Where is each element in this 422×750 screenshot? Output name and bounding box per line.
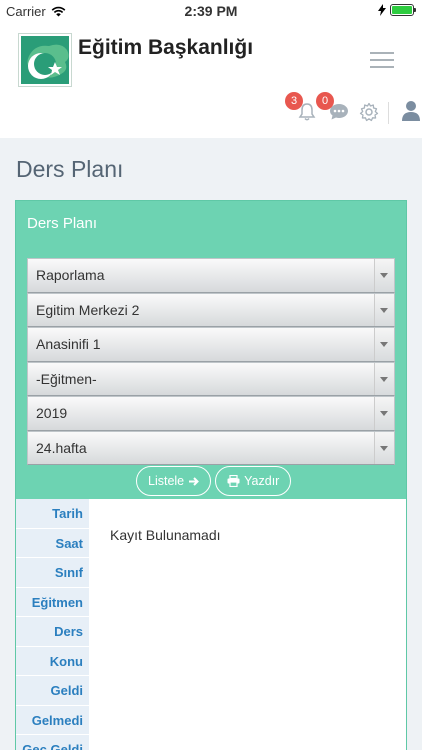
- messages-button[interactable]: 0: [316, 92, 350, 127]
- hamburger-icon[interactable]: [370, 52, 394, 73]
- page-title: Ders Planı: [16, 156, 124, 182]
- column-header: Konu: [16, 647, 89, 676]
- user-icon: [402, 101, 420, 121]
- panel-header: Ders Planı Raporlama Egitim Merkezi 2 An…: [16, 201, 406, 499]
- printer-icon: [227, 475, 240, 487]
- instructor-select[interactable]: -Eğitmen-: [27, 361, 395, 396]
- notifications-button[interactable]: 3: [285, 92, 317, 127]
- select-value: Raporlama: [36, 267, 105, 283]
- battery-group: [378, 4, 416, 16]
- chevron-down-icon: [380, 273, 388, 278]
- column-header: Saat: [16, 529, 89, 558]
- logo-emblem: [21, 36, 69, 84]
- panel-title: Ders Planı: [27, 215, 98, 232]
- notification-badge: 3: [285, 92, 303, 110]
- column-header: Ders: [16, 617, 89, 647]
- year-select[interactable]: 2019: [27, 396, 395, 431]
- settings-button[interactable]: [359, 102, 379, 127]
- column-header: Eğitmen: [16, 588, 89, 617]
- message-badge: 0: [316, 92, 334, 110]
- charging-icon: [378, 4, 386, 16]
- chevron-down-icon: [380, 376, 388, 382]
- status-bar: Carrier 2:39 PM: [0, 0, 422, 22]
- select-value: Anasinifi 1: [36, 336, 101, 352]
- select-value: 24.hafta: [36, 439, 87, 456]
- battery-icon: [390, 4, 416, 16]
- list-button[interactable]: Listele: [136, 466, 212, 496]
- select-value: -Eğitmen-: [36, 370, 97, 387]
- week-select[interactable]: 24.hafta: [27, 430, 395, 465]
- chevron-down-icon: [380, 342, 388, 347]
- brand-title: Eğitim Başkanlığı: [78, 36, 254, 59]
- chevron-down-icon: [380, 445, 388, 451]
- print-button[interactable]: Yazdır: [215, 466, 292, 496]
- column-header: Gelmedi: [16, 706, 89, 735]
- filter-selects: Raporlama Egitim Merkezi 2 Anasinifi 1 -…: [27, 258, 395, 465]
- class-select[interactable]: Anasinifi 1: [27, 327, 395, 362]
- battery-level: [392, 6, 412, 14]
- clock: 2:39 PM: [184, 3, 238, 19]
- column-header: Geç Geldi: [16, 735, 89, 750]
- profile-button[interactable]: [401, 100, 421, 127]
- column-header: Sınıf: [16, 558, 89, 588]
- select-value: 2019: [36, 405, 68, 421]
- center-select[interactable]: Egitim Merkezi 2: [27, 292, 395, 327]
- column-header: Tarih: [16, 499, 89, 529]
- gear-icon: [359, 102, 379, 122]
- logo[interactable]: [18, 33, 72, 87]
- report-type-select[interactable]: Raporlama: [27, 258, 395, 293]
- list-button-label: Listele: [148, 474, 185, 488]
- header-actions: 3 0: [222, 92, 422, 134]
- chevron-down-icon: [380, 307, 388, 313]
- panel-body: Tarih Saat Sınıf Eğitmen Ders Konu Geldi…: [16, 499, 406, 750]
- app-header: Eğitim Başkanlığı 3 0: [0, 22, 422, 138]
- select-value: Egitim Merkezi 2: [36, 301, 140, 318]
- lesson-plan-panel: Ders Planı Raporlama Egitim Merkezi 2 An…: [15, 200, 407, 750]
- print-button-label: Yazdır: [244, 474, 280, 488]
- arrow-right-icon: [189, 476, 200, 486]
- header-divider: [388, 102, 389, 124]
- empty-message: Kayıt Bulunamadı: [110, 527, 221, 543]
- column-headers: Tarih Saat Sınıf Eğitmen Ders Konu Geldi…: [16, 499, 89, 750]
- column-header: Geldi: [16, 676, 89, 706]
- action-buttons: Listele Yazdır: [136, 466, 292, 496]
- chevron-down-icon: [380, 411, 388, 416]
